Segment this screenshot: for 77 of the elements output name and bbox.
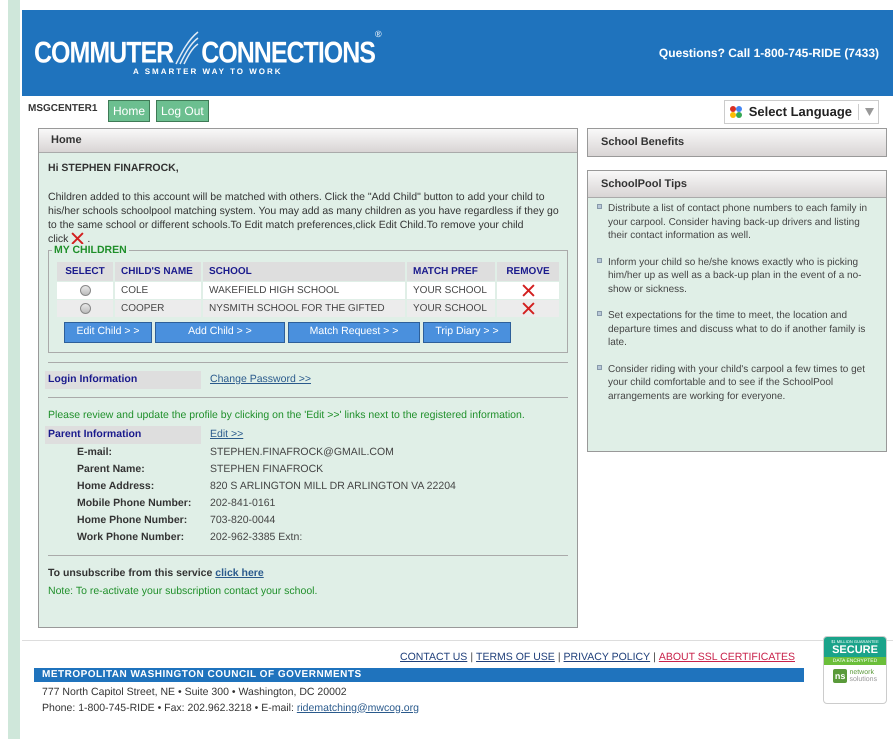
field-label: E-mail: — [76, 445, 114, 460]
remove-icon[interactable] — [522, 284, 534, 297]
footer-link[interactable]: PRIVACY POLICY — [564, 650, 650, 666]
field-value: STEPHEN FINAFROCK — [210, 462, 324, 478]
action-button[interactable]: Add Child > > — [155, 322, 285, 343]
tip-text: Distribute a list of contact phone numbers to each family in your carpool. Consider having back-up drivers and listing their contact information as well. — [608, 202, 868, 242]
bullet-icon — [597, 204, 602, 209]
column-header: MATCH PREF — [407, 262, 495, 281]
seal-secure: SECURE — [832, 644, 878, 657]
footer-link[interactable]: CONTACT US — [400, 650, 468, 666]
bullet-icon — [597, 364, 602, 370]
org-name: METROPOLITAN WASHINGTON COUNCIL OF GOVERNMENTS — [42, 668, 362, 682]
table-cell: YOUR SCHOOL — [407, 282, 495, 299]
field-value: 820 S ARLINGTON MILL DR ARLINGTON VA 22204 — [210, 479, 456, 494]
help-phone: Questions? Call 1-800-745-RIDE (7433) — [658, 45, 879, 62]
column-header: CHILD'S NAME — [115, 262, 201, 281]
logo-text: CONNECTIONS — [201, 38, 375, 68]
footer-link[interactable]: ABOUT SSL CERTIFICATES — [658, 650, 795, 666]
tip-text: Inform your child so he/she knows exactly who is picking him/her up as well as a back-up plan in the event of a no-show or sickness. — [608, 256, 862, 296]
column-header: SELECT — [57, 262, 113, 281]
logo-tagline: A SMARTER WAY TO WORK — [133, 68, 283, 76]
edit-link[interactable]: Edit >> — [210, 426, 244, 442]
table-cell: YOUR SCHOOL — [407, 300, 495, 317]
panel-title: Home — [51, 133, 82, 148]
unsubscribe-text: To unsubscribe from this service — [48, 566, 212, 578]
select-radio[interactable] — [80, 302, 90, 314]
table-cell: COOPER — [115, 300, 201, 317]
panel-title: SchoolPool Tips — [601, 176, 687, 192]
action-button[interactable]: Edit Child > > — [64, 322, 152, 343]
field-value: STEPHEN.FINAFROCK@GMAIL.COM — [210, 445, 394, 460]
action-button[interactable]: Trip Diary > > — [423, 322, 511, 343]
table-cell: WAKEFIELD HIGH SCHOOL — [203, 282, 405, 299]
field-label: Work Phone Number: — [76, 530, 186, 546]
tip-text: Set expectations for the time to meet, the location and departure times and discuss what to do if another family is late. — [608, 309, 866, 350]
greeting: Hi STEPHEN FINAFROCK, — [48, 161, 180, 176]
logo-text: COMMUTER — [34, 38, 174, 68]
intro-text: click — [48, 232, 68, 246]
address-text: 777 North Capitol Street, NE • Suite 300 • Washington, DC 20002 — [41, 684, 348, 700]
site-logo[interactable]: COMMUTER CONNECTIONS ® A SMARTER WAY TO WORK — [32, 30, 382, 76]
change-password-link[interactable]: Change Password >> — [210, 372, 311, 388]
field-label: Mobile Phone Number: — [76, 496, 192, 512]
field-label: Parent Name: — [76, 462, 146, 478]
trademark-symbol: ® — [374, 30, 382, 39]
notice-text: Please review and update the profile by clicking on the 'Edit >>' links next to the registered information. — [48, 408, 526, 423]
section-label: Login Information — [45, 370, 201, 389]
punctuation: . — [87, 232, 90, 246]
column-header: SCHOOL — [203, 262, 405, 281]
contact-text: Phone: 1-800-745-RIDE • Fax: 202.962.3218 • E-mail: — [42, 702, 294, 714]
email-link[interactable]: ridematching@mwcog.org — [296, 702, 419, 714]
field-value: 703-820-0044 — [210, 513, 276, 528]
footer-link[interactable]: TERMS OF USE — [476, 650, 555, 666]
section-label: Parent Information — [45, 426, 201, 444]
field-value: 202-962-3385 Extn: — [210, 530, 302, 546]
link-separator: | — [470, 650, 474, 665]
dropdown-caret-icon — [865, 108, 874, 116]
action-button[interactable]: Match Request > > — [288, 322, 420, 343]
bullet-icon — [597, 311, 602, 316]
panel-title: School Benefits — [601, 135, 684, 150]
language-select[interactable]: Select Language — [724, 100, 879, 124]
seal-badge: ns — [832, 669, 848, 683]
link-separator: | — [653, 650, 656, 665]
link-separator: | — [558, 650, 561, 665]
tip-text: Consider riding with your child's carpool a few times to get your child comfortable and to see if the SchoolPool arrangements are working for everyone. — [608, 362, 866, 403]
field-value: 202-841-0161 — [210, 496, 276, 512]
column-header: REMOVE — [497, 262, 559, 281]
field-label: Home Phone Number: — [76, 513, 188, 528]
field-label: Home Address: — [76, 479, 156, 494]
wave-icon — [174, 30, 200, 66]
bullet-icon — [597, 258, 602, 262]
select-radio[interactable] — [80, 284, 90, 296]
note-text: Note: To re-activate your subscription contact your school. — [48, 584, 318, 600]
table-cell: NYSMITH SCHOOL FOR THE GIFTED — [203, 300, 405, 317]
remove-icon[interactable] — [71, 232, 84, 246]
table-cell: COLE — [115, 282, 201, 299]
remove-icon[interactable] — [522, 302, 534, 315]
username: MSGCENTER1 — [28, 102, 98, 116]
unsubscribe-link[interactable]: click here — [215, 566, 264, 578]
